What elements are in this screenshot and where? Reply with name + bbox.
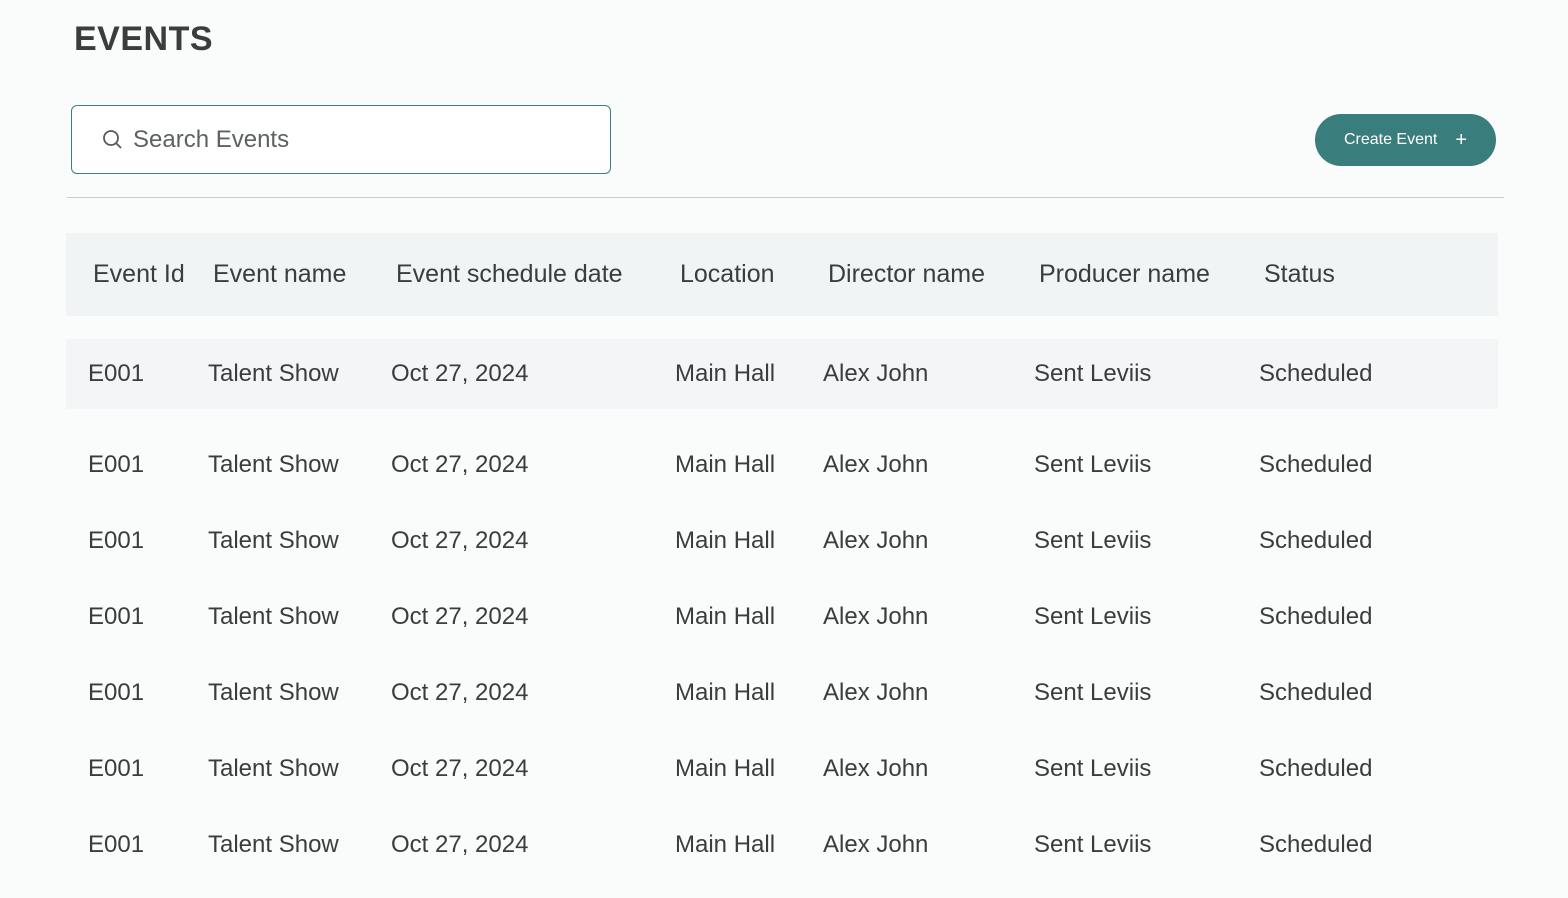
table-row[interactable]: E001 Talent Show Oct 27, 2024 Main Hall … bbox=[66, 503, 1498, 579]
cell-event-date: Oct 27, 2024 bbox=[391, 451, 529, 478]
cell-event-id: E001 bbox=[88, 755, 145, 782]
events-table: Event Id Event name Event schedule date … bbox=[66, 233, 1498, 883]
cell-director-name: Alex John bbox=[823, 527, 929, 554]
cell-event-name: Talent Show bbox=[208, 451, 339, 478]
cell-location: Main Hall bbox=[675, 831, 776, 858]
table-row[interactable]: E001 Talent Show Oct 27, 2024 Main Hall … bbox=[66, 339, 1498, 409]
cell-producer-name: Sent Leviis bbox=[1034, 755, 1152, 782]
cell-event-id: E001 bbox=[88, 360, 145, 387]
cell-event-date: Oct 27, 2024 bbox=[391, 679, 529, 706]
cell-producer-name: Sent Leviis bbox=[1034, 451, 1152, 478]
cell-event-name: Talent Show bbox=[208, 603, 339, 630]
cell-director-name: Alex John bbox=[823, 603, 929, 630]
cell-event-id: E001 bbox=[88, 451, 145, 478]
cell-location: Main Hall bbox=[675, 360, 776, 387]
events-page: EVENTS Create Event + Event Id Event nam… bbox=[0, 0, 1568, 898]
cell-director-name: Alex John bbox=[823, 451, 929, 478]
table-row[interactable]: E001 Talent Show Oct 27, 2024 Main Hall … bbox=[66, 579, 1498, 655]
cell-status: Scheduled bbox=[1259, 831, 1373, 858]
cell-location: Main Hall bbox=[675, 451, 776, 478]
cell-status: Scheduled bbox=[1259, 603, 1373, 630]
cell-event-id: E001 bbox=[88, 831, 145, 858]
cell-status: Scheduled bbox=[1259, 527, 1373, 554]
cell-producer-name: Sent Leviis bbox=[1034, 679, 1152, 706]
plus-icon: + bbox=[1455, 129, 1468, 151]
divider bbox=[67, 197, 1504, 198]
column-header-event-id[interactable]: Event Id bbox=[66, 260, 208, 289]
cell-event-name: Talent Show bbox=[208, 679, 339, 706]
cell-event-date: Oct 27, 2024 bbox=[391, 755, 529, 782]
column-header-producer-name[interactable]: Producer name bbox=[1039, 260, 1264, 289]
table-row[interactable]: E001 Talent Show Oct 27, 2024 Main Hall … bbox=[66, 731, 1498, 807]
cell-event-name: Talent Show bbox=[208, 527, 339, 554]
cell-event-name: Talent Show bbox=[208, 831, 339, 858]
create-event-label: Create Event bbox=[1343, 131, 1438, 148]
cell-event-date: Oct 27, 2024 bbox=[391, 831, 529, 858]
cell-director-name: Alex John bbox=[823, 679, 929, 706]
cell-location: Main Hall bbox=[675, 603, 776, 630]
cell-producer-name: Sent Leviis bbox=[1034, 831, 1152, 858]
column-header-location[interactable]: Location bbox=[680, 260, 828, 289]
cell-status: Scheduled bbox=[1259, 679, 1373, 706]
column-header-director-name[interactable]: Director name bbox=[828, 260, 1039, 289]
search-icon bbox=[102, 129, 123, 150]
cell-location: Main Hall bbox=[675, 679, 776, 706]
table-row[interactable]: E001 Talent Show Oct 27, 2024 Main Hall … bbox=[66, 427, 1498, 503]
cell-location: Main Hall bbox=[675, 755, 776, 782]
cell-director-name: Alex John bbox=[823, 831, 929, 858]
cell-event-date: Oct 27, 2024 bbox=[391, 603, 529, 630]
cell-director-name: Alex John bbox=[823, 755, 929, 782]
table-header: Event Id Event name Event schedule date … bbox=[66, 233, 1498, 316]
cell-producer-name: Sent Leviis bbox=[1034, 527, 1152, 554]
cell-event-id: E001 bbox=[88, 679, 145, 706]
cell-director-name: Alex John bbox=[823, 360, 929, 387]
cell-status: Scheduled bbox=[1259, 360, 1373, 387]
cell-location: Main Hall bbox=[675, 527, 776, 554]
column-header-event-name[interactable]: Event name bbox=[213, 260, 396, 289]
search-input[interactable] bbox=[133, 119, 573, 160]
cell-status: Scheduled bbox=[1259, 755, 1373, 782]
create-event-button[interactable]: Create Event + bbox=[1315, 114, 1496, 166]
table-row[interactable]: E001 Talent Show Oct 27, 2024 Main Hall … bbox=[66, 807, 1498, 883]
cell-event-date: Oct 27, 2024 bbox=[391, 360, 529, 387]
cell-event-name: Talent Show bbox=[208, 360, 339, 387]
table-row[interactable]: E001 Talent Show Oct 27, 2024 Main Hall … bbox=[66, 655, 1498, 731]
cell-producer-name: Sent Leviis bbox=[1034, 360, 1152, 387]
cell-status: Scheduled bbox=[1259, 451, 1373, 478]
cell-event-id: E001 bbox=[88, 603, 145, 630]
cell-event-date: Oct 27, 2024 bbox=[391, 527, 529, 554]
page-title: EVENTS bbox=[74, 20, 214, 58]
search-box[interactable] bbox=[71, 105, 611, 174]
column-header-status[interactable]: Status bbox=[1264, 260, 1494, 289]
cell-event-id: E001 bbox=[88, 527, 145, 554]
cell-event-name: Talent Show bbox=[208, 755, 339, 782]
column-header-event-schedule-date[interactable]: Event schedule date bbox=[396, 260, 680, 289]
cell-producer-name: Sent Leviis bbox=[1034, 603, 1152, 630]
